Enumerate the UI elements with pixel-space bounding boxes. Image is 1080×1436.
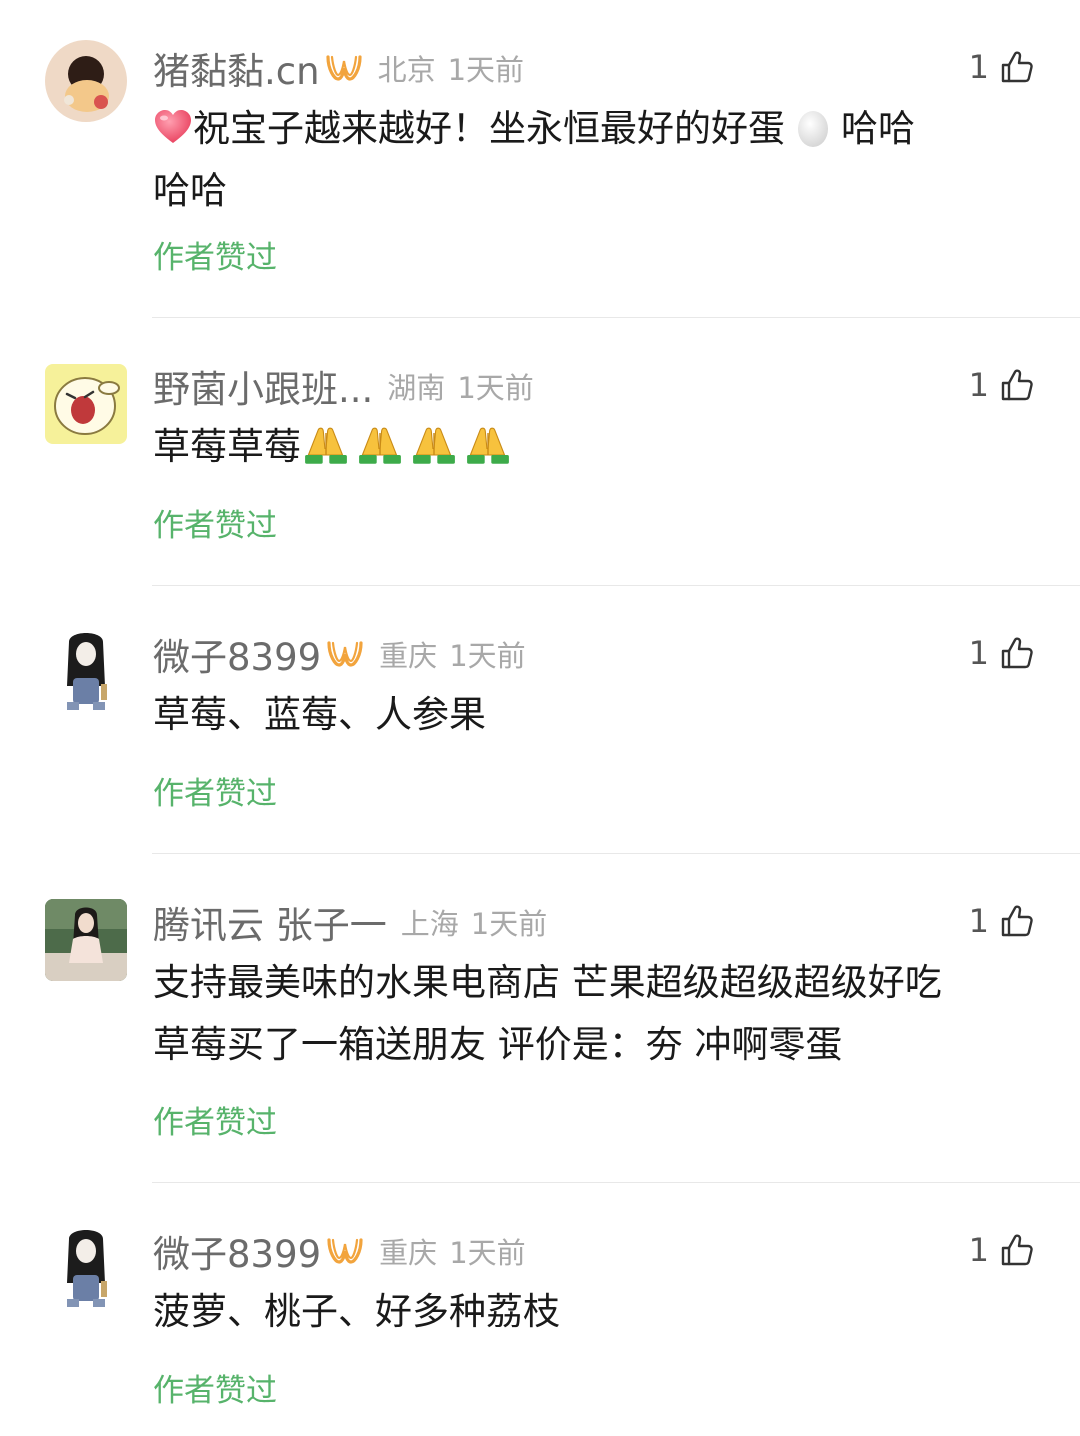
author-liked-label: 作者赞过 xyxy=(153,1373,277,1409)
folded-hands-emoji-icon xyxy=(409,422,459,466)
comment-item: 微子8399 重庆 1天前 1 菠萝、桃子、好多种荔枝 作者赞过 xyxy=(0,1183,1080,1436)
location: 重庆 xyxy=(379,1236,438,1270)
username[interactable]: 微子8399 xyxy=(153,1224,321,1278)
like-button[interactable]: 1 xyxy=(969,1231,1035,1269)
thumbs-up-icon xyxy=(999,49,1035,85)
timestamp: 1天前 xyxy=(457,371,534,405)
comment-list: 猪黏黏.cn 北京 1天前 1 祝宝子越来越好！坐永恒最好的好蛋 哈哈 哈哈 作者… xyxy=(0,0,1080,1436)
comment-header: 微子8399 重庆 1天前 xyxy=(153,627,526,681)
like-count: 1 xyxy=(968,902,989,940)
like-count: 1 xyxy=(968,1231,989,1269)
vip-badge-icon xyxy=(324,53,364,83)
timestamp: 1天前 xyxy=(449,1236,526,1270)
author-liked-label: 作者赞过 xyxy=(153,508,277,544)
timestamp: 1天前 xyxy=(470,907,548,941)
folded-hands-emoji-icon xyxy=(355,422,405,466)
vip-badge-icon xyxy=(325,1236,365,1266)
comment-header: 猪黏黏.cn 北京 1天前 xyxy=(153,41,525,95)
comment-text: 支持最美味的水果电商店 芒果超级超级超级好吃 草莓买了一箱送朋友 评价是：夯 冲… xyxy=(153,952,1033,1076)
location: 上海 xyxy=(400,907,459,941)
author-liked-label: 作者赞过 xyxy=(153,240,277,276)
like-button[interactable]: 1 xyxy=(969,366,1035,404)
author-liked-label: 作者赞过 xyxy=(153,776,277,812)
folded-hands-emoji-icon xyxy=(301,422,351,466)
vip-badge-icon xyxy=(325,639,365,669)
like-button[interactable]: 1 xyxy=(969,634,1035,672)
comment-text-line: 草莓买了一箱送朋友 评价是：夯 冲啊零蛋 xyxy=(153,1023,843,1066)
comment-item: 微子8399 重庆 1天前 1 草莓、蓝莓、人参果 作者赞过 xyxy=(0,586,1080,854)
comment-header: 微子8399 重庆 1天前 xyxy=(153,1224,526,1278)
thumbs-up-icon xyxy=(999,635,1035,671)
comment-text: 祝宝子越来越好！坐永恒最好的好蛋 哈哈 哈哈 xyxy=(153,98,1033,222)
avatar[interactable] xyxy=(45,1225,127,1315)
username[interactable]: 野菌小跟班... xyxy=(153,359,373,413)
timestamp: 1天前 xyxy=(449,639,526,673)
like-button[interactable]: 1 xyxy=(969,48,1035,86)
like-count: 1 xyxy=(968,48,989,86)
avatar[interactable] xyxy=(45,364,127,444)
like-button[interactable]: 1 xyxy=(969,902,1035,940)
comment-text-line: 支持最美味的水果电商店 芒果超级超级超级好吃 xyxy=(153,961,942,1004)
location: 重庆 xyxy=(379,639,438,673)
like-count: 1 xyxy=(968,634,989,672)
comment-item: 猪黏黏.cn 北京 1天前 1 祝宝子越来越好！坐永恒最好的好蛋 哈哈 哈哈 作者… xyxy=(0,0,1080,318)
location: 湖南 xyxy=(387,371,446,405)
folded-hands-emoji-icon xyxy=(463,422,513,466)
comment-header: 腾讯云 张子一 上海 1天前 xyxy=(153,895,548,949)
thumbs-up-icon xyxy=(999,903,1035,939)
folded-hands-emoji-group xyxy=(301,425,513,468)
avatar[interactable] xyxy=(45,40,127,122)
comment-text-part: 祝宝子越来越好！坐永恒最好的好蛋 xyxy=(193,107,785,150)
comment-text: 草莓、蓝莓、人参果 xyxy=(153,693,486,736)
thumbs-up-icon xyxy=(999,367,1035,403)
comment-text: 草莓草莓 xyxy=(153,416,1033,478)
thumbs-up-icon xyxy=(999,1232,1035,1268)
username[interactable]: 微子8399 xyxy=(153,627,321,681)
author-liked-label: 作者赞过 xyxy=(153,1105,277,1141)
comment-text: 菠萝、桃子、好多种荔枝 xyxy=(153,1290,560,1333)
avatar[interactable] xyxy=(45,899,127,981)
comment-text-part: 哈哈 xyxy=(841,107,915,150)
avatar[interactable] xyxy=(45,628,127,718)
heart-emoji-icon xyxy=(153,108,193,148)
comment-item: 野菌小跟班... 湖南 1天前 1 草莓草莓 作者赞过 xyxy=(0,318,1080,586)
comment-text-part: 草莓草莓 xyxy=(153,425,301,468)
location: 北京 xyxy=(377,53,436,87)
like-count: 1 xyxy=(968,366,989,404)
comment-text-part: 哈哈 xyxy=(153,169,227,212)
username[interactable]: 猪黏黏.cn xyxy=(153,41,320,95)
timestamp: 1天前 xyxy=(447,53,525,87)
username[interactable]: 腾讯云 张子一 xyxy=(153,895,387,949)
comment-header: 野菌小跟班... 湖南 1天前 xyxy=(153,359,534,413)
comment-item: 腾讯云 张子一 上海 1天前 1 支持最美味的水果电商店 芒果超级超级超级好吃 … xyxy=(0,854,1080,1183)
egg-emoji-icon xyxy=(793,108,833,148)
